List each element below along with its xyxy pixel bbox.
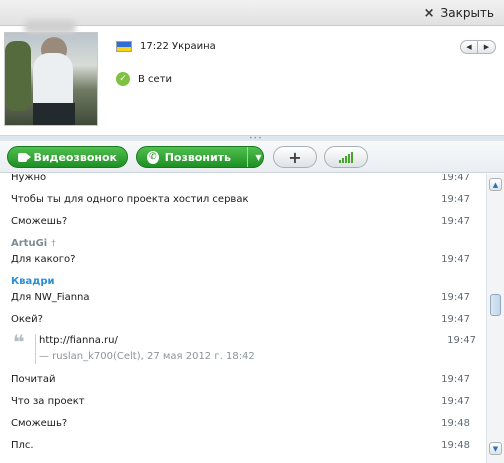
dagger-icon: †	[51, 238, 56, 249]
chat-scrollbar[interactable]: ▲ ▼	[486, 174, 504, 463]
message-text: Почитай	[11, 373, 56, 385]
call-split-divider	[247, 147, 248, 167]
message-row: Окей? 19:47	[0, 309, 486, 329]
video-camera-icon	[18, 152, 33, 162]
message-text: Что за проект	[11, 395, 85, 407]
quote-icon: ❝	[13, 330, 25, 354]
quoted-link[interactable]: http://fianna.ru/	[39, 335, 118, 346]
quote-source: — ruslan_k700(Celt), 27 мая 2012 г. 18:4…	[39, 351, 255, 362]
message-time: 19:47	[441, 174, 470, 183]
scroll-thumb[interactable]	[490, 294, 501, 316]
presence-line: ✓ В сети	[116, 72, 172, 86]
message-time: 19:48	[441, 417, 470, 429]
window-topbar: × Закрыть	[0, 0, 504, 26]
message-row: Для какого? 19:47	[0, 249, 486, 269]
message-row: Нужно 19:47	[0, 174, 486, 187]
ukraine-flag-icon	[116, 41, 132, 52]
message-text: Нужно	[11, 174, 47, 183]
video-call-button[interactable]: Видеозвонок	[7, 146, 128, 168]
quoted-message: ❝ http://fianna.ru/ — ruslan_k700(Celt),…	[11, 332, 481, 368]
next-arrow-icon[interactable]: ▶	[478, 40, 496, 54]
message-time: 19:47	[447, 335, 476, 346]
message-text: Для какого?	[11, 253, 76, 265]
message-row: Почитай 19:47	[0, 369, 486, 389]
message-text: Для NW_Fianna	[11, 291, 90, 303]
message-time: 19:47	[441, 313, 470, 325]
message-text: Сможешь?	[11, 417, 68, 429]
local-time-line: 17:22 Украина	[116, 41, 216, 52]
avatar-pants-shape	[33, 103, 75, 125]
message-time: 19:47	[441, 395, 470, 407]
message-time: 19:47	[441, 193, 470, 205]
mood-navigation: ◀ ▶	[460, 40, 496, 54]
quote-bar	[35, 334, 36, 364]
contact-profile-panel: 17:22 Украина ✓ В сети ◀ ▶	[0, 20, 504, 136]
scroll-up-icon[interactable]: ▲	[489, 178, 502, 191]
call-action-bar: Видеозвонок ✆ Позвонить ▼ +	[0, 141, 504, 173]
message-time: 19:48	[441, 439, 470, 451]
message-row: Чтобы ты для одного проекта хостил серва…	[0, 189, 486, 209]
chat-history[interactable]: Нужно 19:47 Чтобы ты для одного проекта …	[0, 174, 486, 463]
plus-icon: +	[288, 147, 302, 167]
presence-text: В сети	[138, 73, 173, 85]
close-icon: ×	[423, 5, 435, 21]
video-call-label: Видеозвонок	[33, 150, 117, 164]
message-time: 19:47	[441, 373, 470, 385]
message-text: Окей?	[11, 313, 43, 325]
call-quality-button[interactable]	[324, 146, 368, 168]
message-row: Сможешь? 19:47	[0, 211, 486, 231]
message-row: Что за проект 19:47	[0, 391, 486, 411]
phone-icon: ✆	[147, 150, 159, 164]
blurred-contact-name	[24, 20, 76, 34]
message-text: Чтобы ты для одного проекта хостил серва…	[11, 193, 249, 205]
message-time: 19:47	[441, 215, 470, 227]
close-label: Закрыть	[440, 6, 494, 20]
call-button[interactable]: ✆ Позвонить ▼	[136, 146, 264, 168]
close-button[interactable]: × Закрыть	[424, 4, 494, 22]
online-status-icon: ✓	[116, 72, 130, 86]
avatar[interactable]	[4, 32, 98, 126]
signal-strength-icon	[339, 151, 353, 163]
message-time: 19:47	[441, 253, 470, 265]
sender-name[interactable]: Квадри	[11, 276, 55, 287]
call-dropdown-chevron-icon[interactable]: ▼	[254, 153, 263, 162]
local-time-text: 17:22 Украина	[140, 41, 216, 52]
message-text: Сможешь?	[11, 215, 68, 227]
scroll-down-icon[interactable]: ▼	[489, 442, 502, 455]
message-time: 19:47	[441, 291, 470, 303]
call-main-part[interactable]: ✆ Позвонить	[137, 147, 241, 167]
avatar-tree-shape	[5, 41, 31, 111]
message-row: Для NW_Fianna 19:47	[0, 287, 486, 307]
message-row: Сможешь? 19:48	[0, 413, 486, 433]
sender-name[interactable]: ArtuGi †	[11, 238, 56, 249]
previous-arrow-icon[interactable]: ◀	[460, 40, 478, 54]
call-label: Позвонить	[164, 150, 231, 164]
message-text: Плс.	[11, 439, 34, 451]
message-row: Плс. 19:48	[0, 435, 486, 455]
add-participant-button[interactable]: +	[273, 146, 317, 168]
splitter-grip-icon: •••	[249, 135, 263, 142]
